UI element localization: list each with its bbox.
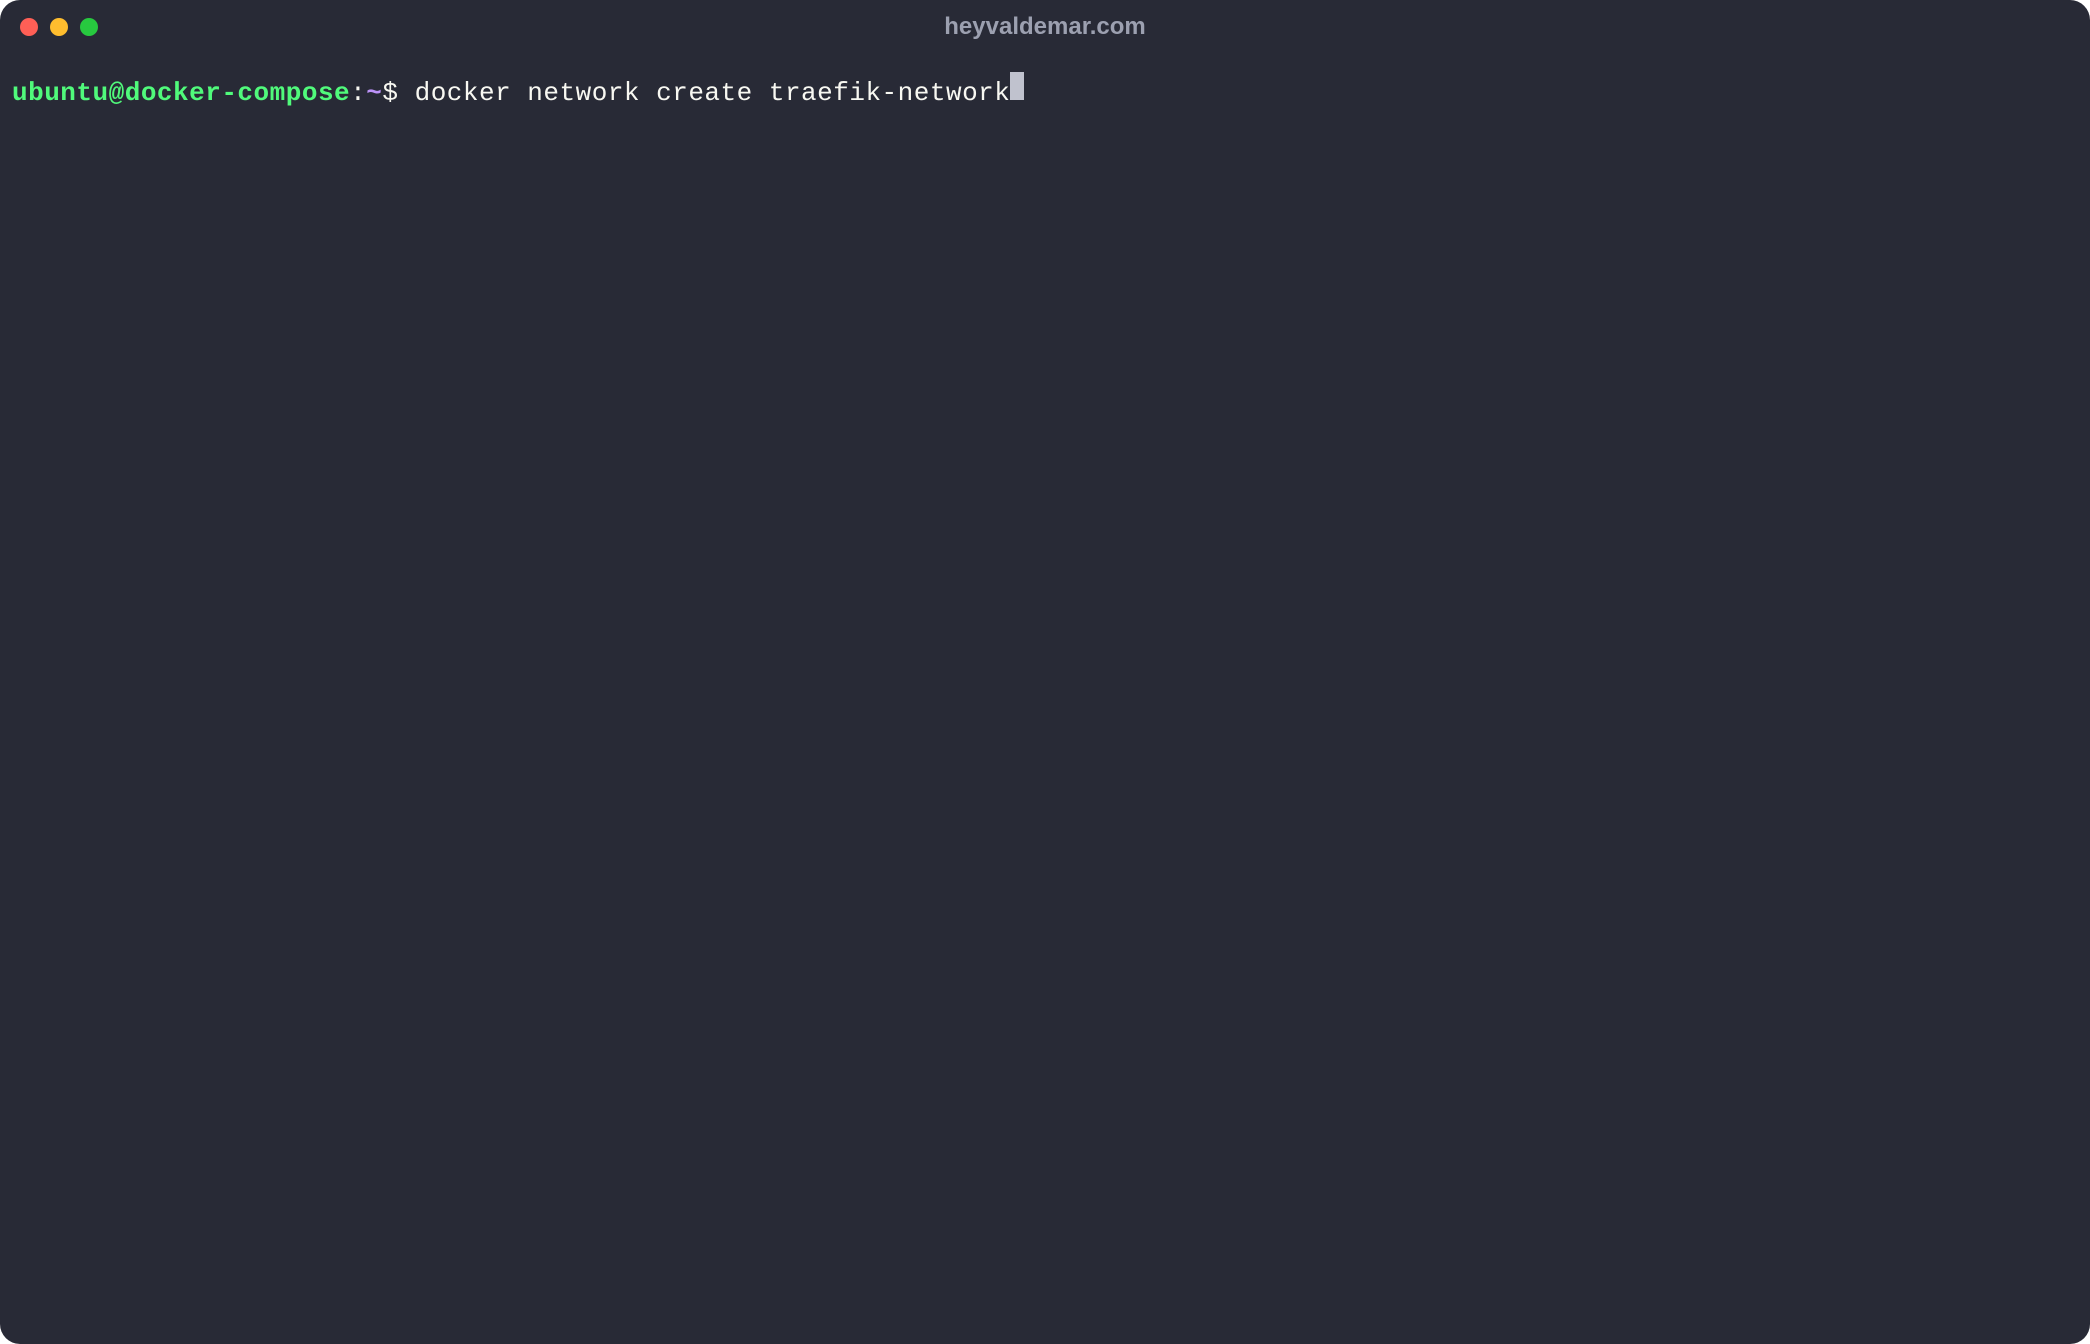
prompt-symbol: $	[382, 74, 398, 113]
window-title: heyvaldemar.com	[944, 13, 1145, 41]
prompt-user-host: ubuntu@docker-compose	[12, 74, 350, 113]
minimize-button[interactable]	[50, 18, 68, 36]
cursor-icon	[1010, 72, 1024, 100]
maximize-button[interactable]	[80, 18, 98, 36]
terminal-window: heyvaldemar.com ubuntu@docker-compose:~$…	[0, 0, 2090, 1344]
close-button[interactable]	[20, 18, 38, 36]
title-bar: heyvaldemar.com	[0, 0, 2090, 54]
prompt-line: ubuntu@docker-compose:~$ docker network …	[12, 72, 2078, 113]
prompt-path: ~	[366, 74, 382, 113]
window-controls	[20, 18, 98, 36]
terminal-body[interactable]: ubuntu@docker-compose:~$ docker network …	[0, 54, 2090, 1344]
prompt-colon: :	[350, 74, 366, 113]
command-text: docker network create traefik-network	[398, 74, 1010, 113]
